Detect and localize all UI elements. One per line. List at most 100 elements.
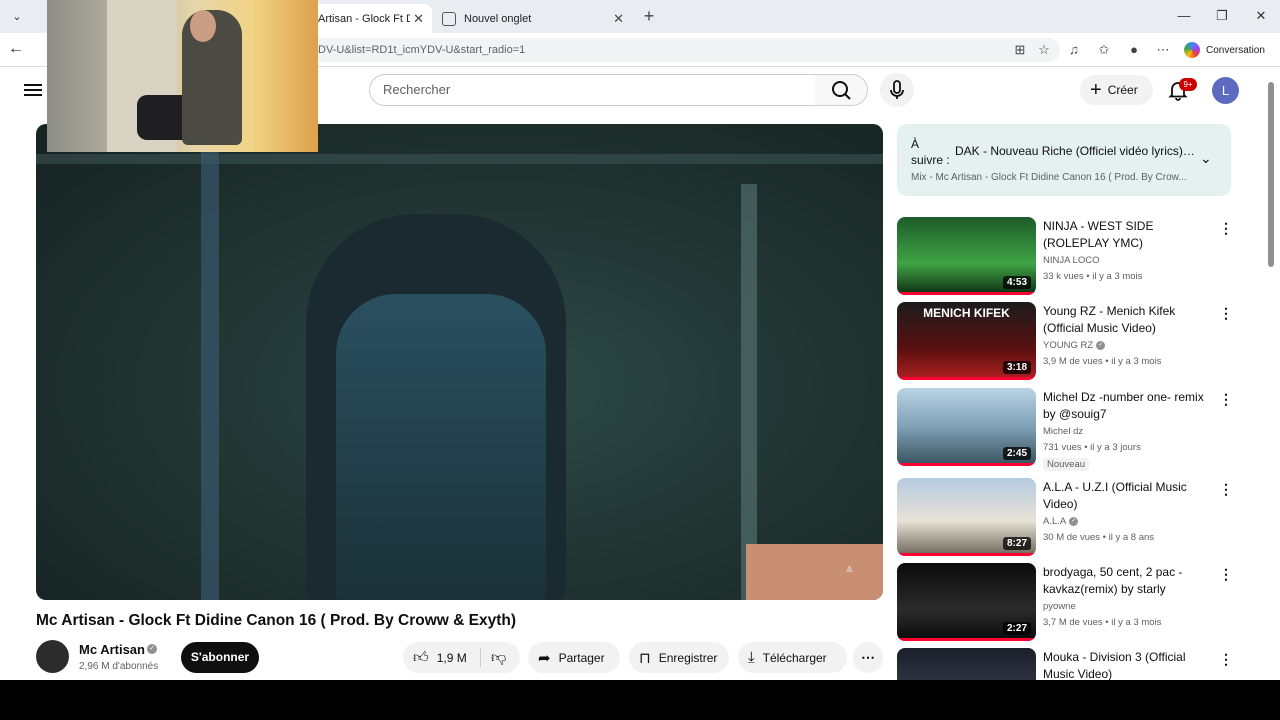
microphone-icon	[890, 80, 904, 99]
download-button[interactable]: ⤓ Télécharger	[738, 642, 847, 673]
recommendation-channel[interactable]: pyowne	[1043, 601, 1076, 612]
channel-avatar[interactable]	[36, 640, 69, 673]
star-icon[interactable]: ☆	[1036, 42, 1052, 58]
thumbnail-text: MENICH KIFEK	[923, 306, 1010, 320]
more-vert-icon[interactable]: ⋮	[1219, 651, 1233, 668]
tab-title: Nouvel onglet	[464, 12, 532, 25]
favorites-icon[interactable]: ✩	[1096, 42, 1112, 58]
tab-list-button[interactable]: ⌄	[8, 8, 26, 26]
video-thumbnail[interactable]: 8:27	[897, 478, 1036, 556]
recommendation-item[interactable]: 2:45 Michel Dz -number one- remix by @sou…	[897, 388, 1233, 471]
create-label: Créer	[1107, 83, 1138, 97]
recommendation-meta: 731 vues • il y a 3 jours	[1043, 442, 1141, 453]
bookmark-icon: ⊓	[639, 649, 651, 667]
profile-icon[interactable]: ●	[1126, 42, 1142, 57]
new-tab-button[interactable]: +	[640, 7, 658, 25]
more-vert-icon[interactable]: ⋮	[1219, 305, 1233, 322]
more-actions-button[interactable]: ⋯	[853, 642, 883, 673]
recommendation-title[interactable]: brodyaga, 50 cent, 2 pac - kavkaz(remix)…	[1043, 564, 1213, 598]
url-text: DV-U&list=RD1t_icmYDV-U&start_radio=1	[318, 44, 526, 56]
up-next-panel[interactable]: À suivre : DAK - Nouveau Riche (Officiel…	[897, 124, 1231, 196]
maximize-icon[interactable]: ❐	[1214, 8, 1230, 24]
up-next-label: À suivre :	[911, 137, 950, 167]
page-icon	[442, 11, 456, 26]
recommendation-title[interactable]: A.L.A - U.Z.I (Official Music Video)	[1043, 479, 1213, 513]
conversation-button[interactable]: Conversation	[1184, 39, 1274, 61]
create-button[interactable]: + Créer	[1080, 75, 1153, 105]
copilot-icon	[1184, 42, 1200, 58]
like-count[interactable]: 1,9 M	[437, 651, 467, 665]
hamburger-menu-icon[interactable]	[24, 81, 42, 97]
video-title: Mc Artisan - Glock Ft Didine Canon 16 ( …	[36, 612, 516, 629]
back-arrow-icon[interactable]: ←	[8, 40, 24, 58]
apps-icon[interactable]: ⊞	[1012, 42, 1028, 58]
recommendation-channel[interactable]: YOUNG RZ ✓	[1043, 340, 1106, 351]
recommendation-title[interactable]: Michel Dz -number one- remix by @souig7	[1043, 389, 1213, 423]
more-vert-icon[interactable]: ⋮	[1219, 566, 1233, 583]
share-button[interactable]: ➦ Partager	[528, 642, 620, 673]
video-thumbnail[interactable]	[897, 648, 1036, 680]
save-button[interactable]: ⊓ Enregistrer	[629, 642, 729, 673]
close-icon[interactable]: ✕	[413, 11, 424, 27]
recommendation-title[interactable]: Mouka - Division 3 (Official Music Video…	[1043, 649, 1213, 680]
more-vert-icon[interactable]: ⋮	[1219, 481, 1233, 498]
recommendation-meta: 30 M de vues • il y a 8 ans	[1043, 532, 1155, 543]
recommendation-channel[interactable]: Michel dz	[1043, 426, 1083, 437]
recommendation-item[interactable]: 8:27 A.L.A - U.Z.I (Official Music Video)…	[897, 478, 1233, 558]
more-menu-icon[interactable]: ⋯	[1155, 42, 1171, 58]
channel-name[interactable]: Mc Artisan	[79, 642, 145, 657]
recommendation-title[interactable]: NINJA - WEST SIDE (ROLEPLAY YMC)	[1043, 218, 1213, 252]
video-thumbnail[interactable]: 2:45	[897, 388, 1036, 466]
thumbs-down-icon[interactable]: 👎︎	[491, 649, 506, 667]
recommendation-meta: 3,7 M de vues • il y a 3 mois	[1043, 617, 1162, 628]
more-vert-icon[interactable]: ⋮	[1219, 220, 1233, 237]
video-thumbnail[interactable]: MENICH KIFEK 3:18	[897, 302, 1036, 380]
verified-icon: ✓	[1096, 340, 1106, 350]
duration-badge: 2:45	[1002, 447, 1031, 460]
close-icon[interactable]: ✕	[613, 11, 624, 27]
search-input[interactable]: Rechercher	[369, 74, 816, 106]
tab-title: Artisan - Glock Ft Did	[318, 12, 410, 25]
thumbs-up-icon[interactable]: 👍︎	[413, 649, 429, 667]
chevron-down-icon[interactable]: ⌄	[1200, 150, 1212, 167]
recommendation-item[interactable]: MENICH KIFEK 3:18 Young RZ - Menich Kifek …	[897, 302, 1233, 382]
duration-badge: 2:27	[1002, 622, 1031, 635]
recommendation-channel[interactable]: A.L.A ✓	[1043, 516, 1079, 527]
search-button[interactable]	[815, 74, 868, 106]
scrollbar[interactable]	[1266, 70, 1276, 680]
download-label: Télécharger	[762, 650, 827, 665]
close-window-icon[interactable]: ✕	[1253, 8, 1269, 24]
screen: ⌄ Artisan - Glock Ft Did ✕ Nouvel onglet…	[0, 0, 1280, 680]
conversation-label: Conversation	[1206, 44, 1265, 56]
video-player[interactable]: ⩓	[36, 124, 883, 600]
recommendation-item[interactable]: 4:53 NINJA - WEST SIDE (ROLEPLAY YMC) NINJ…	[897, 217, 1233, 297]
duration-badge: 4:53	[1002, 276, 1031, 289]
save-label: Enregistrer	[658, 650, 718, 665]
address-bar[interactable]: DV-U&list=RD1t_icmYDV-U&start_radio=1	[300, 38, 1060, 62]
more-vert-icon[interactable]: ⋮	[1219, 391, 1233, 408]
up-next-subtitle: Mix - Mc Artisan - Glock Ft Didine Canon…	[911, 172, 1187, 183]
tab-video[interactable]: Artisan - Glock Ft Did ✕	[310, 4, 432, 33]
video-thumbnail[interactable]: 2:27	[897, 563, 1036, 641]
watch-progress-bar	[897, 463, 1036, 466]
share-label: Partager	[558, 650, 605, 665]
new-badge: Nouveau	[1043, 458, 1090, 471]
watch-progress-bar	[897, 638, 1036, 641]
download-icon: ⤓	[748, 649, 755, 666]
recommendation-item[interactable]: 2:27 brodyaga, 50 cent, 2 pac - kavkaz(re…	[897, 563, 1233, 643]
subscriber-count: 2,96 M d'abonnés	[79, 661, 159, 672]
recommendation-channel[interactable]: NINJA LOCO	[1043, 255, 1100, 266]
subscribe-button[interactable]: S'abonner	[181, 642, 259, 673]
user-avatar[interactable]: L	[1212, 77, 1239, 104]
verified-icon: ✓	[1069, 516, 1079, 526]
up-next-title[interactable]: DAK - Nouveau Riche (Officiel vidéo lyri…	[955, 144, 1195, 158]
scrollbar-thumb[interactable]	[1268, 82, 1274, 267]
video-thumbnail[interactable]: 4:53	[897, 217, 1036, 295]
media-icon[interactable]: ♫	[1066, 42, 1082, 57]
minimize-icon[interactable]: —	[1176, 8, 1192, 23]
webcam-overlay	[47, 0, 318, 152]
tab-new[interactable]: Nouvel onglet ✕	[432, 4, 632, 33]
voice-search-button[interactable]	[880, 73, 914, 107]
recommendation-item[interactable]: Mouka - Division 3 (Official Music Video…	[897, 648, 1233, 680]
recommendation-title[interactable]: Young RZ - Menich Kifek (Official Music …	[1043, 303, 1213, 337]
